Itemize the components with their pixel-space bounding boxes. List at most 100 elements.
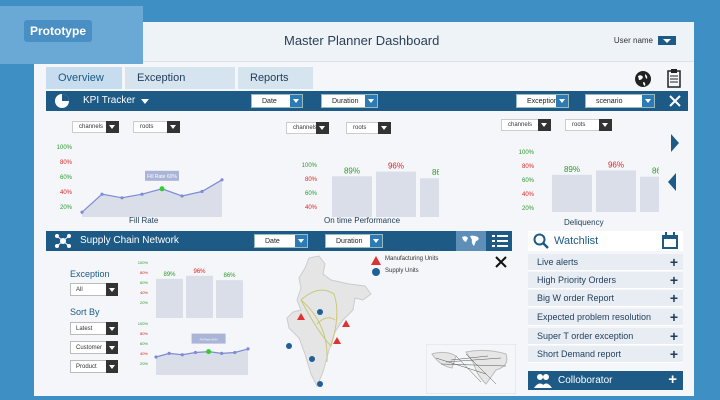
data-point bbox=[140, 192, 144, 196]
scn-duration-select[interactable]: Duration bbox=[325, 234, 383, 248]
y-tick-label: 100% bbox=[138, 321, 149, 326]
watchlist-item-live-alerts[interactable]: Live alerts + bbox=[528, 254, 683, 271]
bar bbox=[552, 174, 592, 212]
manufacturing-legend: Manufacturing Units bbox=[385, 256, 439, 262]
fill-rate-chart: 100% 80% 60% 40% 20% Fill Rate 60% bbox=[57, 145, 224, 217]
dropdown-icon[interactable] bbox=[599, 119, 612, 131]
calendar-icon[interactable] bbox=[661, 232, 679, 250]
ontime-channels-filter[interactable]: channels bbox=[286, 122, 329, 134]
user-dropdown-icon[interactable] bbox=[658, 36, 676, 45]
data-point bbox=[159, 186, 165, 192]
kpi-scenario-select[interactable]: scenario bbox=[585, 94, 655, 108]
sort-customer-select[interactable]: Customer bbox=[70, 341, 118, 354]
globe-icon[interactable] bbox=[634, 70, 652, 88]
dropdown-icon[interactable] bbox=[316, 122, 329, 134]
user-menu[interactable]: User name bbox=[614, 36, 676, 45]
delinq-channels-filter[interactable]: channels bbox=[501, 119, 551, 131]
kpi-tracker-title[interactable]: KPI Tracker bbox=[83, 95, 135, 106]
tab-exception-resolution[interactable]: Exception Resolution bbox=[125, 67, 235, 106]
chevron-down-icon[interactable] bbox=[141, 99, 149, 104]
bar bbox=[332, 176, 372, 217]
y-tick-label: 60% bbox=[140, 341, 148, 346]
chip-label: channels bbox=[79, 124, 104, 130]
sort-product-select[interactable]: Product bbox=[70, 360, 118, 373]
kpi-duration-select[interactable]: Duration bbox=[321, 94, 378, 108]
dropdown-icon[interactable] bbox=[167, 121, 180, 133]
dropdown-icon[interactable] bbox=[106, 322, 118, 335]
dropdown-icon[interactable] bbox=[556, 95, 568, 107]
dropdown-icon[interactable] bbox=[295, 235, 307, 247]
fill-channels-filter[interactable]: channels bbox=[72, 121, 119, 133]
next-arrow-icon[interactable] bbox=[671, 134, 679, 152]
manufacturing-marker[interactable] bbox=[342, 320, 350, 327]
y-tick-label: 80% bbox=[522, 164, 535, 170]
dropdown-icon[interactable] bbox=[290, 95, 302, 107]
bar-value-label: 89% bbox=[163, 272, 176, 278]
close-icon[interactable] bbox=[494, 255, 508, 269]
delinq-roots-filter[interactable]: roots bbox=[565, 119, 612, 131]
kpi-exception-label: Exception bbox=[527, 98, 558, 105]
kpi-date-select[interactable]: Date bbox=[251, 94, 303, 108]
data-point bbox=[100, 192, 104, 196]
manufacturing-marker[interactable] bbox=[333, 337, 341, 344]
y-tick-label: 20% bbox=[140, 361, 148, 366]
supply-marker[interactable] bbox=[317, 381, 323, 387]
dropdown-icon[interactable] bbox=[378, 122, 391, 134]
plus-icon[interactable]: + bbox=[670, 346, 678, 363]
watchlist-item-big-w[interactable]: Big W order Report + bbox=[528, 290, 683, 307]
watchlist-item-expected[interactable]: Expected problem resolution + bbox=[528, 309, 683, 326]
exception-select[interactable]: All bbox=[70, 283, 118, 296]
bar bbox=[156, 278, 183, 318]
clipboard-icon[interactable] bbox=[667, 68, 681, 88]
delinquency-caption: Deliquency bbox=[564, 218, 604, 227]
tab-overview[interactable]: Overview bbox=[46, 67, 122, 89]
fill-roots-filter[interactable]: roots bbox=[133, 121, 180, 133]
prev-arrow-icon[interactable] bbox=[668, 173, 676, 191]
watchlist-item-high-priority[interactable]: High Priority Orders + bbox=[528, 272, 683, 289]
map-view-button[interactable] bbox=[456, 231, 486, 251]
line-area bbox=[82, 179, 222, 217]
y-tick-label: 60% bbox=[140, 280, 148, 285]
world-map-icon bbox=[462, 235, 479, 246]
scn-date-label: Date bbox=[265, 238, 280, 245]
tab-reports[interactable]: Reports bbox=[238, 67, 313, 104]
y-tick-label: 20% bbox=[140, 300, 148, 305]
plus-icon[interactable]: + bbox=[670, 272, 678, 289]
watchlist-item-super-t[interactable]: Super T order exception + bbox=[528, 328, 683, 345]
dropdown-icon[interactable] bbox=[106, 341, 118, 354]
ontime-roots-filter[interactable]: roots bbox=[346, 122, 391, 134]
bar-value-label: 86% bbox=[432, 168, 439, 177]
scn-date-select[interactable]: Date bbox=[254, 234, 308, 248]
list-view-icon[interactable] bbox=[492, 234, 508, 248]
plus-icon[interactable]: + bbox=[668, 371, 677, 388]
supply-marker[interactable] bbox=[309, 356, 315, 362]
dropdown-icon[interactable] bbox=[365, 95, 377, 107]
plus-icon[interactable]: + bbox=[670, 254, 678, 271]
close-icon[interactable] bbox=[668, 94, 682, 108]
supply-marker[interactable] bbox=[286, 343, 292, 349]
collaborator-bar[interactable]: Colloborator + bbox=[528, 371, 683, 390]
sort-by-label: Sort By bbox=[70, 307, 100, 317]
watchlist-item-label: Expected problem resolution bbox=[537, 312, 652, 322]
y-tick-label: 60% bbox=[60, 175, 73, 181]
plus-icon[interactable]: + bbox=[670, 328, 678, 345]
supply-marker[interactable] bbox=[317, 309, 323, 315]
dropdown-icon[interactable] bbox=[370, 235, 382, 247]
plus-icon[interactable]: + bbox=[670, 290, 678, 307]
sort-latest-select[interactable]: Latest bbox=[70, 322, 118, 335]
dropdown-icon[interactable] bbox=[106, 121, 119, 133]
dropdown-icon[interactable] bbox=[538, 119, 551, 131]
dropdown-icon[interactable] bbox=[642, 95, 654, 107]
plus-icon[interactable]: + bbox=[670, 309, 678, 326]
kpi-exception-select[interactable]: Exception bbox=[516, 94, 569, 108]
watchlist-item-short-demand[interactable]: Short Demand report + bbox=[528, 346, 683, 363]
data-point bbox=[154, 355, 158, 359]
search-icon[interactable] bbox=[533, 233, 549, 249]
scn-mini-line-chart: 100% 80% 60% 40% 20% Fill Rate 60% bbox=[138, 321, 250, 375]
y-tick-label: 100% bbox=[138, 260, 149, 265]
data-point bbox=[206, 349, 212, 355]
sort-option: Product bbox=[76, 364, 97, 370]
dropdown-icon[interactable] bbox=[106, 283, 118, 296]
bar-value-label: 96% bbox=[388, 162, 404, 171]
dropdown-icon[interactable] bbox=[106, 360, 118, 373]
